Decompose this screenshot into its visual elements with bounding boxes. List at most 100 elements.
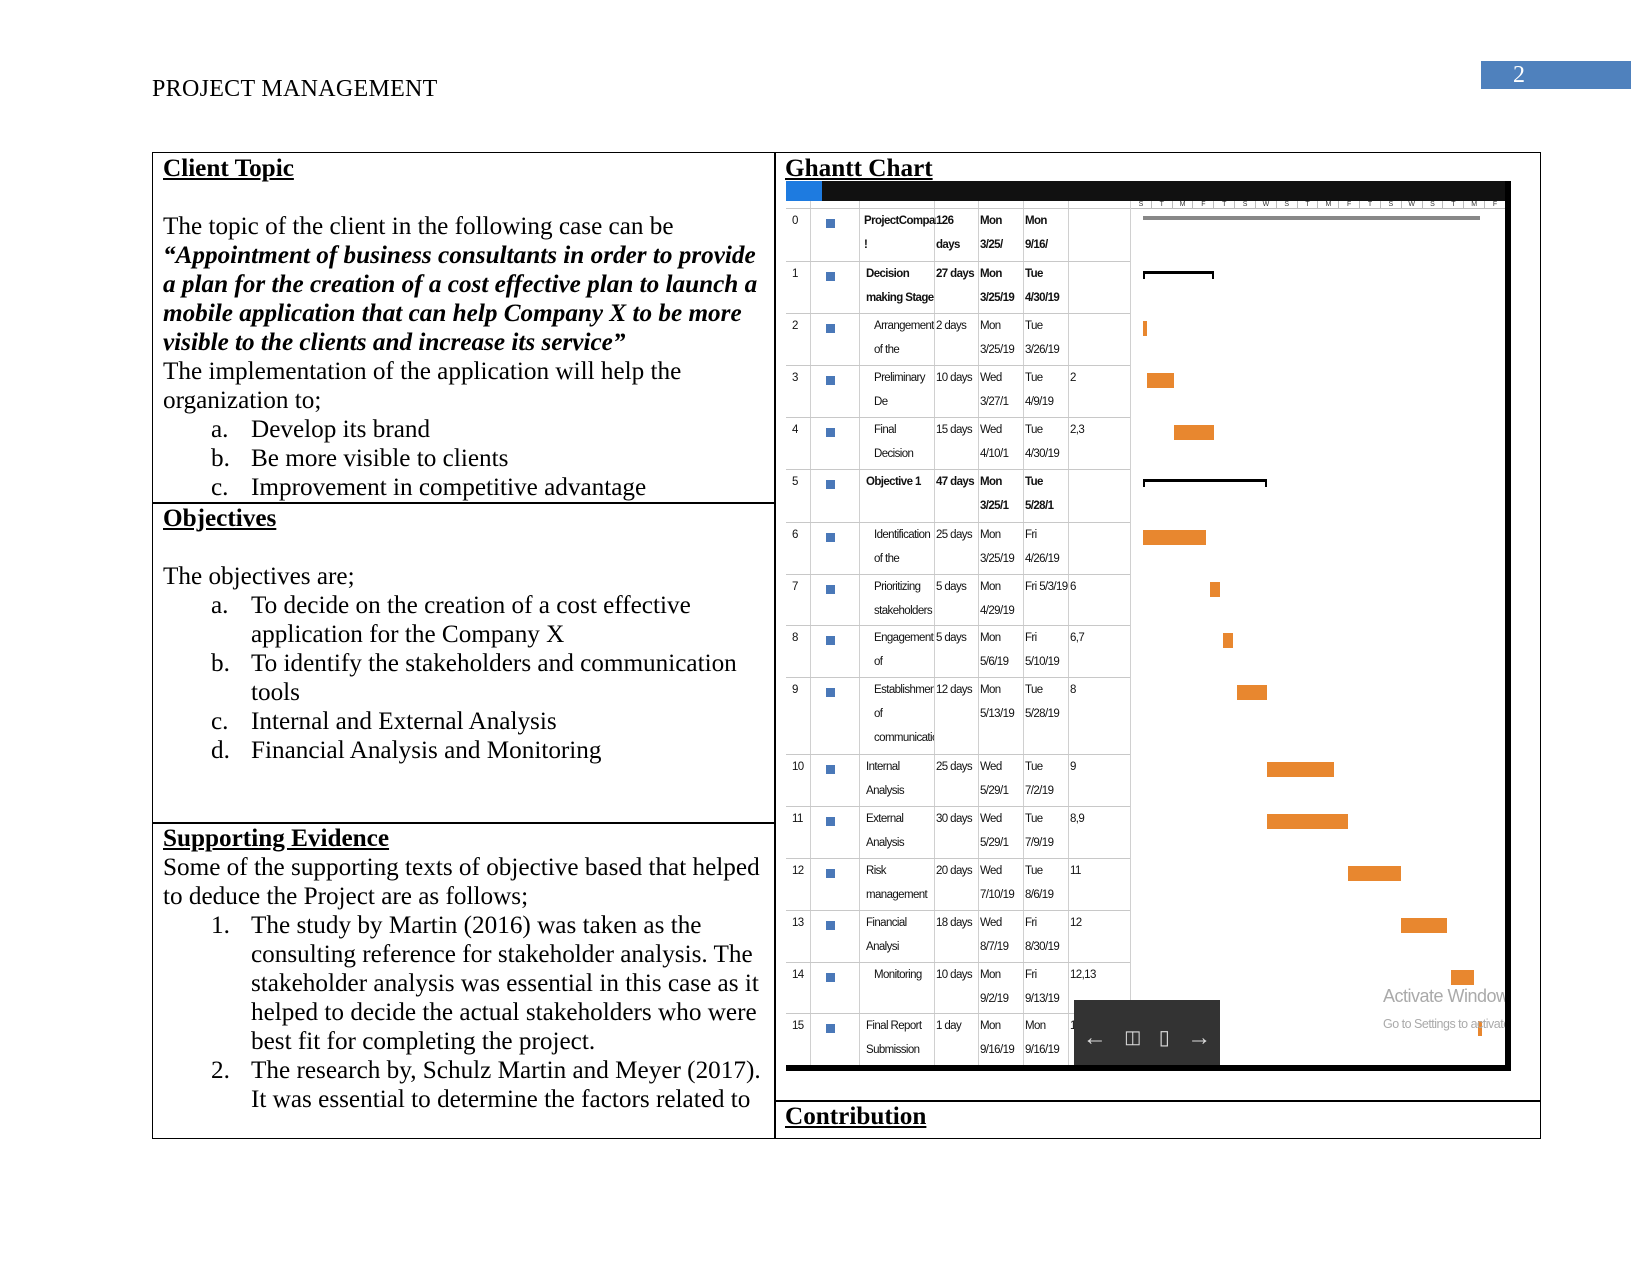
- gantt-chart-image: STMFTSWSTMFTSWSTMF 0 ProjectCompany ! 12…: [786, 181, 1511, 1071]
- task-bar: [1451, 970, 1475, 985]
- list-item: b. Be more visible to clients: [163, 444, 767, 473]
- task-id: 9: [792, 684, 798, 696]
- gantt-task-row: 4 Final Decision 15 days Wed 4/10/1 Tue …: [786, 417, 1130, 469]
- task-finish: Tue 3/26/19: [1025, 320, 1060, 356]
- list-marker: c.: [211, 474, 229, 501]
- gantt-title: Ghantt Chart: [785, 155, 933, 182]
- list-item: a. To decide on the creation of a cost ef…: [163, 591, 767, 649]
- task-name: Final Decision: [874, 424, 914, 460]
- task-start: Mon 3/25/19: [980, 320, 1015, 356]
- task-name: Decision making Stage: [866, 268, 934, 304]
- list-marker: 1.: [211, 912, 230, 939]
- task-predecessors: 9: [1070, 761, 1076, 773]
- task-start: Wed 8/7/19: [980, 917, 1009, 953]
- summary-task-bar: [1143, 271, 1214, 279]
- list-item: 2. The research by, Schulz Martin and Mey…: [163, 1056, 767, 1114]
- timescale-tick: S: [1275, 201, 1297, 208]
- list-item: 1. The study by Martin (2016) was taken a…: [163, 911, 767, 1056]
- task-name: External Analysis: [866, 813, 905, 849]
- task-id: 13: [792, 917, 804, 929]
- task-start: Mon 4/29/19: [980, 581, 1015, 617]
- timescale-tick: S: [1379, 201, 1401, 208]
- task-id: 6: [792, 529, 798, 541]
- task-predecessors: 8,9: [1070, 813, 1085, 825]
- task-bar: [1146, 373, 1174, 388]
- task-bar: [1143, 321, 1147, 336]
- timescale-tick: S: [1234, 201, 1255, 208]
- timescale-tick: M: [1463, 201, 1484, 208]
- rotate-icon[interactable]: ◫: [1124, 1027, 1141, 1048]
- gantt-task-row: 6 Identification of the 25 days Mon 3/25…: [786, 522, 1130, 574]
- task-mode-icon: [826, 973, 835, 982]
- task-duration: 10 days: [936, 969, 973, 981]
- timescale-tick: T: [1442, 201, 1463, 208]
- task-start: Wed 4/10/1: [980, 424, 1009, 460]
- task-duration: 18 days: [936, 917, 973, 929]
- task-id: 10: [792, 761, 804, 773]
- client-list: a. Develop its brand b. Be more visible to …: [163, 415, 767, 502]
- objectives-list: a. To decide on the creation of a cost ef…: [163, 591, 767, 765]
- task-finish: Tue 4/30/19: [1025, 424, 1060, 460]
- task-duration: 10 days: [936, 372, 973, 384]
- task-finish: Fri 9/13/19: [1025, 969, 1060, 1005]
- list-text: The research by, Schulz Martin and Meyer…: [251, 1057, 761, 1113]
- task-id: 2: [792, 320, 798, 332]
- task-duration: 2 days: [936, 320, 967, 332]
- task-duration: 30 days: [936, 813, 973, 825]
- task-name: ProjectCompany !: [864, 215, 936, 251]
- gantt-task-row: 3 Preliminary De 10 days Wed 3/27/1 Tue …: [786, 365, 1130, 417]
- gantt-task-row: 1 Decision making Stage 27 days Mon 3/25…: [786, 261, 1130, 313]
- task-mode-icon: [826, 1024, 835, 1033]
- task-name: Internal Analysis: [866, 761, 905, 797]
- task-predecessors: 6,7: [1070, 632, 1085, 644]
- task-finish: Tue 4/9/19: [1025, 372, 1054, 408]
- task-name: Establishment of communicatio: [874, 684, 934, 744]
- arrow-left-icon[interactable]: ←: [1083, 1024, 1107, 1052]
- list-text: To identify the stakeholders and communi…: [251, 650, 737, 706]
- task-mode-icon: [826, 428, 835, 437]
- grid-line: [1130, 201, 1131, 1065]
- timescale-tick: T: [1296, 201, 1318, 208]
- task-mode-icon: [826, 324, 835, 333]
- gantt-task-row: 12 Risk management 20 days Wed 7/10/19 T…: [786, 858, 1130, 910]
- arrow-right-icon[interactable]: →: [1187, 1024, 1211, 1052]
- activate-windows-watermark: Activate Windows: [1383, 986, 1511, 1006]
- task-predecessors: 12: [1070, 917, 1082, 929]
- task-mode-icon: [826, 585, 835, 594]
- task-name: Preliminary De: [874, 372, 926, 408]
- task-mode-icon: [826, 480, 835, 489]
- task-duration: 5 days: [936, 581, 967, 593]
- task-id: 8: [792, 632, 798, 644]
- task-finish: Fri 8/30/19: [1025, 917, 1060, 953]
- client-intro: The topic of the client in the following…: [163, 213, 674, 240]
- task-duration: 15 days: [936, 424, 973, 436]
- task-name: Final Report Submission: [866, 1020, 922, 1056]
- timescale-tick: F: [1192, 201, 1213, 208]
- task-id: 11: [792, 813, 803, 825]
- gantt-task-row: 7 Prioritizing stakeholders 5 days Mon 4…: [786, 574, 1130, 625]
- task-duration: 1 day: [936, 1020, 962, 1032]
- gantt-task-row: 10 Internal Analysis 25 days Wed 5/29/1 …: [786, 754, 1130, 806]
- delete-icon[interactable]: ▯: [1159, 1025, 1170, 1050]
- task-finish: Fri 5/10/19: [1025, 632, 1060, 668]
- task-finish: Tue 5/28/19: [1025, 684, 1060, 720]
- list-text: Improvement in competitive advantage: [251, 474, 647, 501]
- task-mode-icon: [826, 817, 835, 826]
- task-predecessors: 2,3: [1070, 424, 1085, 436]
- task-duration: 5 days: [936, 632, 967, 644]
- list-marker: b.: [211, 650, 230, 677]
- task-finish: Fri 4/26/19: [1025, 529, 1060, 565]
- task-name: Engagement of: [874, 632, 934, 668]
- list-marker: a.: [211, 416, 229, 443]
- task-mode-icon: [826, 376, 835, 385]
- task-finish: Mon 9/16/19: [1025, 1020, 1060, 1056]
- timescale-tick: F: [1338, 201, 1359, 208]
- task-name: Financial Analysi: [866, 917, 907, 953]
- task-bar: [1143, 530, 1207, 545]
- task-finish: Tue 7/9/19: [1025, 813, 1054, 849]
- task-duration: 12 days: [936, 684, 973, 696]
- task-id: 3: [792, 372, 798, 384]
- task-duration: 27 days: [936, 268, 975, 280]
- gantt-timescale: STMFTSWSTMFTSWSTMF: [1130, 201, 1505, 209]
- task-start: Mon 5/6/19: [980, 632, 1009, 668]
